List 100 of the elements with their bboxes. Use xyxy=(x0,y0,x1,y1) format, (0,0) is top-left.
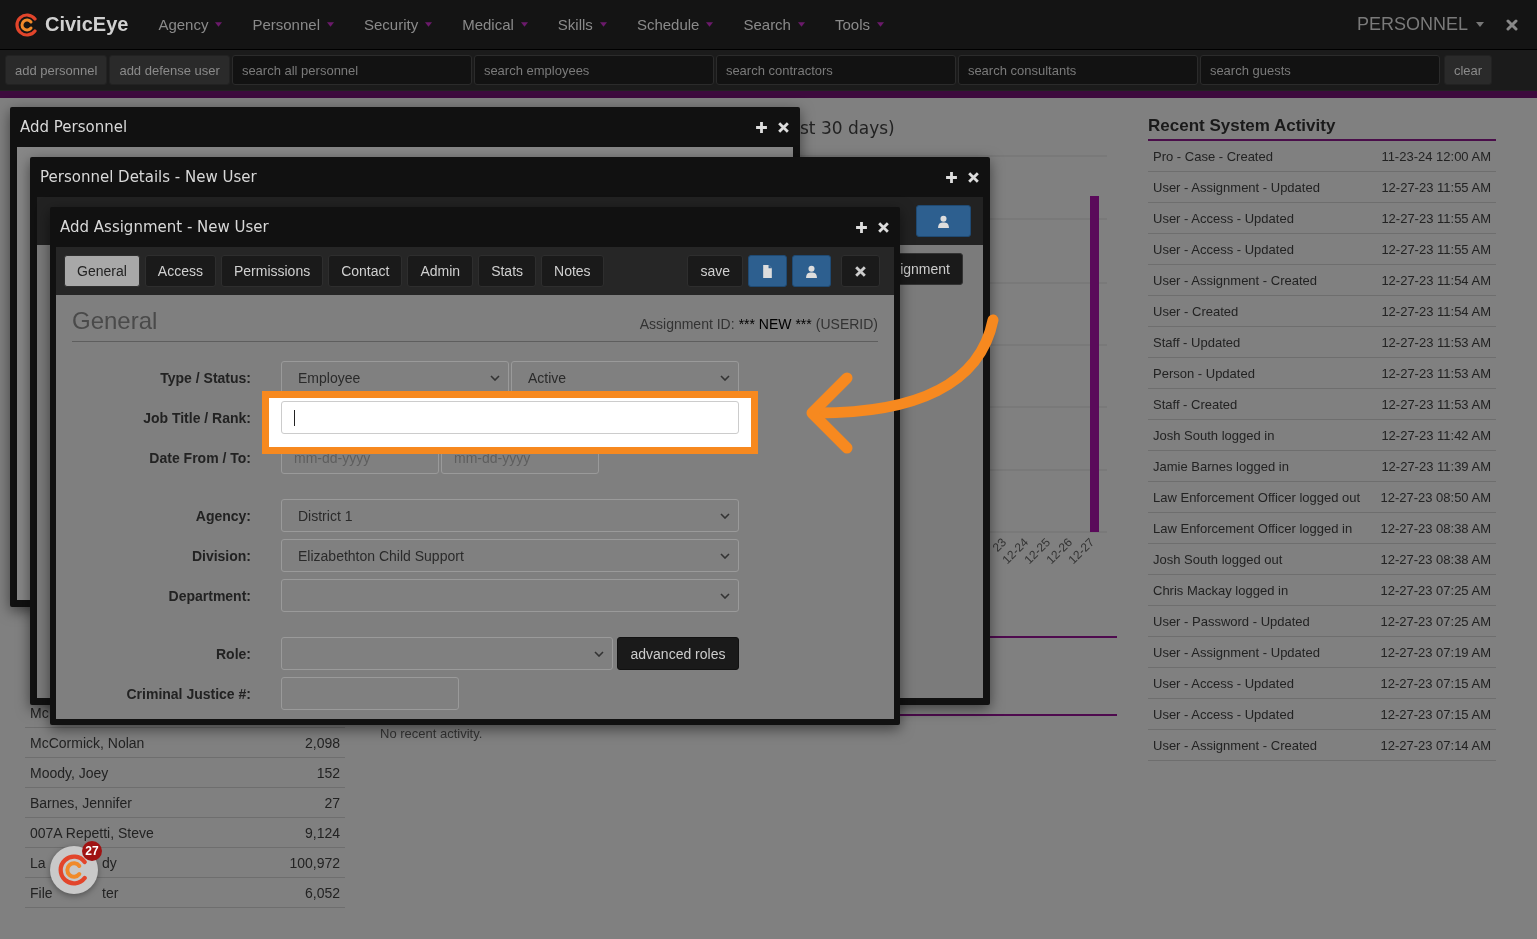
search-field[interactable]: search contractors xyxy=(715,55,956,85)
chevron-icon xyxy=(720,592,730,599)
nav-menu[interactable]: Security xyxy=(364,16,433,33)
tab[interactable]: General xyxy=(64,255,140,287)
activity-event: Person - Updated xyxy=(1153,365,1255,381)
person-name: Mc xyxy=(30,704,49,721)
person-name: dy xyxy=(102,854,117,871)
activity-time: 12-27-23 08:50 AM xyxy=(1380,489,1491,505)
user-button[interactable] xyxy=(792,255,831,287)
assignment-id-label: Assignment ID: xyxy=(639,315,735,334)
tab[interactable]: Notes xyxy=(541,255,604,287)
person-count: 152 xyxy=(316,764,340,781)
nav-menu[interactable]: Personnel xyxy=(252,16,334,33)
advanced-roles-button[interactable]: advanced roles xyxy=(617,637,739,670)
person-count: 27 xyxy=(324,794,340,811)
activity-time: 12-27-23 07:15 AM xyxy=(1380,706,1491,722)
field-label: Division: xyxy=(190,547,251,564)
activity-time: 12-27-23 08:38 AM xyxy=(1380,551,1491,567)
activity-event: User - Access - Updated xyxy=(1153,706,1294,722)
activity-time: 12-27-23 11:55 AM xyxy=(1381,210,1491,226)
plus-icon[interactable] xyxy=(855,220,868,234)
nav-menu[interactable]: Medical xyxy=(462,16,528,33)
nav-menu[interactable]: Schedule xyxy=(636,16,714,33)
input-field[interactable] xyxy=(281,401,739,434)
activity-time: 12-27-23 11:55 AM xyxy=(1381,241,1491,257)
person-name: Moody, Joey xyxy=(30,764,109,781)
tab[interactable]: Contact xyxy=(328,255,403,287)
activity-event: User - Assignment - Created xyxy=(1153,272,1317,288)
logo-icon[interactable] xyxy=(15,12,39,37)
module-menu[interactable]: PERSONNEL xyxy=(1356,14,1484,35)
chevron-icon xyxy=(490,374,500,381)
chevron-icon xyxy=(720,374,730,381)
search-field[interactable]: search employees xyxy=(473,55,714,85)
chevron-icon xyxy=(594,650,604,657)
select-field[interactable] xyxy=(281,579,739,612)
tab[interactable]: Stats xyxy=(478,255,537,287)
person-name: McCormick, Nolan xyxy=(30,734,145,751)
logo-icon xyxy=(58,854,90,886)
tab[interactable]: Admin xyxy=(407,255,474,287)
activity-event: User - Access - Updated xyxy=(1153,210,1294,226)
person-name: La xyxy=(30,854,46,871)
caret-icon xyxy=(797,22,805,27)
chevron-icon xyxy=(720,512,730,519)
activity-event: Law Enforcement Officer logged in xyxy=(1153,520,1353,536)
activity-time: 12-27-23 11:42 AM xyxy=(1381,427,1491,443)
activity-time: 12-27-23 07:25 AM xyxy=(1380,613,1491,629)
toolbar-button[interactable]: add personnel xyxy=(5,55,108,85)
nav-menu[interactable]: Tools xyxy=(834,16,884,33)
nav-menu[interactable]: Search xyxy=(743,16,805,33)
caret-icon xyxy=(1476,22,1484,27)
activity-time: 12-27-23 11:54 AM xyxy=(1381,272,1491,288)
window-title: Personnel Details - New User xyxy=(40,168,258,186)
close-icon xyxy=(854,264,867,278)
user-icon xyxy=(937,214,950,228)
window-title: Add Assignment - New User xyxy=(60,218,270,236)
search-field[interactable]: search consultants xyxy=(957,55,1198,85)
plus-icon[interactable] xyxy=(945,170,958,184)
chart-title: st 30 days) xyxy=(800,118,896,138)
tab[interactable]: Access xyxy=(144,255,216,287)
select-field[interactable] xyxy=(281,637,613,670)
person-count: 9,124 xyxy=(304,824,340,841)
document-icon xyxy=(761,264,774,278)
select-field[interactable]: Elizabethton Child Support xyxy=(281,539,739,572)
launcher-button[interactable] xyxy=(50,846,98,894)
assignment-id: *** NEW *** xyxy=(738,315,812,334)
close-button[interactable] xyxy=(841,255,880,287)
input-field[interactable] xyxy=(281,677,459,710)
person-count: 6,052 xyxy=(304,884,340,901)
nav-menu[interactable]: Agency xyxy=(158,16,223,33)
field-label: Criminal Justice #: xyxy=(125,685,251,702)
select-field[interactable]: District 1 xyxy=(281,499,739,532)
caret-icon xyxy=(520,22,528,27)
activity-event: Chris Mackay logged in xyxy=(1153,582,1289,598)
clear-button[interactable]: clear xyxy=(1443,55,1493,85)
field-label: Role: xyxy=(215,645,251,662)
caret-icon xyxy=(877,22,884,27)
field-label: Department: xyxy=(167,587,251,604)
plus-icon[interactable] xyxy=(755,120,768,134)
window-title: Add Personnel xyxy=(20,118,129,136)
activity-time: 11-23-24 12:00 AM xyxy=(1381,148,1491,164)
field-label: Agency: xyxy=(194,507,251,524)
activity-time: 12-27-23 11:53 AM xyxy=(1381,365,1491,381)
activity-event: User - Assignment - Updated xyxy=(1153,644,1320,660)
person-name: ter xyxy=(102,884,119,901)
field-label: Type / Status: xyxy=(159,369,251,386)
tab[interactable]: Permissions xyxy=(220,255,324,287)
document-button[interactable] xyxy=(748,255,787,287)
activity-time: 12-27-23 07:15 AM xyxy=(1380,675,1491,691)
activity-time: 12-27-23 07:25 AM xyxy=(1380,582,1491,598)
search-field[interactable]: search all personnel xyxy=(231,55,472,85)
nav-menu[interactable]: Skills xyxy=(557,16,607,33)
field-label: Date From / To: xyxy=(148,449,251,466)
search-field[interactable]: search guests xyxy=(1199,55,1440,85)
person-count: 2,098 xyxy=(304,734,340,751)
user-button[interactable] xyxy=(916,205,971,237)
toolbar-button[interactable]: add defense user xyxy=(109,55,230,85)
activity-time: 12-27-23 11:53 AM xyxy=(1381,396,1491,412)
activity-event: Jamie Barnes logged in xyxy=(1153,458,1289,474)
save-button[interactable]: save xyxy=(687,255,743,287)
activity-event: User - Access - Updated xyxy=(1153,675,1294,691)
